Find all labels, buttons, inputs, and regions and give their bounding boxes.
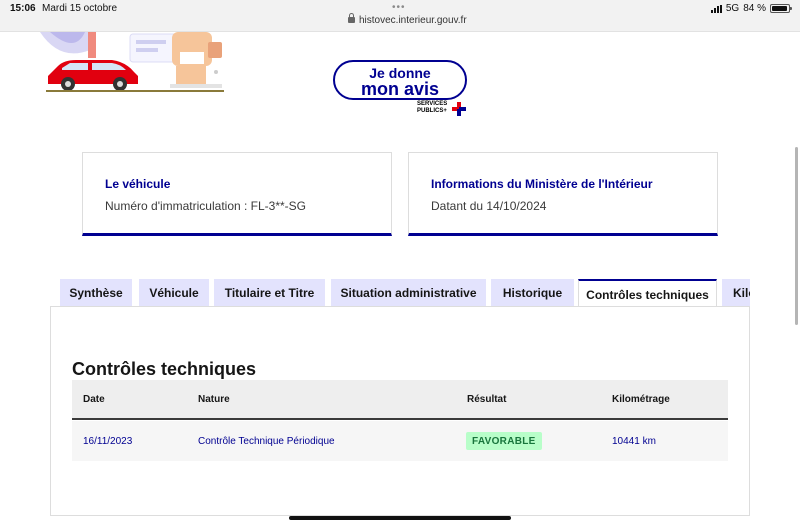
services-publics-logo: SERVICES PUBLICS+ xyxy=(417,101,447,115)
column-nature: Nature xyxy=(198,394,230,405)
column-kilometrage: Kilométrage xyxy=(612,394,670,405)
section-title: Contrôles techniques xyxy=(72,359,257,379)
ios-status-bar: 15:06 Mardi 15 octobre ••• histovec.inte… xyxy=(0,0,800,32)
table-row: 16/11/2023 Contrôle Technique Périodique… xyxy=(72,421,728,461)
avis-line-2: mon avis xyxy=(360,79,440,99)
services-publics-line-2: PUBLICS+ xyxy=(417,108,447,114)
battery-icon xyxy=(770,4,792,13)
tab-kilometrage[interactable]: Kilométrage xyxy=(722,279,750,307)
car-illustration xyxy=(40,32,224,92)
vehicle-card-title: Le véhicule xyxy=(105,177,171,191)
tab-titulaire-et-titre[interactable]: Titulaire et Titre xyxy=(214,279,325,307)
data-date: Datant du 14/10/2024 xyxy=(431,199,547,213)
ministry-card-title: Informations du Ministère de l'Intérieur xyxy=(431,177,653,191)
page-scrollbar[interactable] xyxy=(795,147,798,325)
table-header: Date Nature Résultat Kilométrage xyxy=(72,380,728,420)
row-kilometrage: 10441 km xyxy=(612,436,656,447)
tab-controles-techniques[interactable]: Contrôles techniques xyxy=(578,279,717,307)
services-publics-plus-icon xyxy=(452,102,466,116)
home-indicator[interactable] xyxy=(289,516,511,520)
address-url: histovec.interieur.gouv.fr xyxy=(359,15,467,26)
lock-icon xyxy=(348,13,355,23)
signal-icon xyxy=(710,4,722,13)
registration-number: Numéro d'immatriculation : FL-3**-SG xyxy=(105,199,307,213)
status-date: Mardi 15 octobre xyxy=(42,3,118,14)
result-badge: FAVORABLE xyxy=(466,432,542,450)
column-resultat: Résultat xyxy=(467,394,507,405)
tab-situation-administrative[interactable]: Situation administrative xyxy=(331,279,486,307)
tab-vehicule[interactable]: Véhicule xyxy=(139,279,209,307)
status-indicators: 5G 84 % xyxy=(710,3,792,14)
address-bar[interactable]: histovec.interieur.gouv.fr xyxy=(348,13,467,26)
vehicle-card: Le véhicule Numéro d'immatriculation : F… xyxy=(82,152,392,236)
battery-label: 84 % xyxy=(743,3,766,14)
tab-historique[interactable]: Historique xyxy=(491,279,574,307)
ministry-card: Informations du Ministère de l'Intérieur… xyxy=(408,152,718,236)
more-dots-icon[interactable]: ••• xyxy=(392,2,406,13)
je-donne-mon-avis-button[interactable]: Je donne mon avis xyxy=(333,60,467,100)
row-nature: Contrôle Technique Périodique xyxy=(198,436,335,447)
status-time: 15:06 xyxy=(10,3,36,14)
row-date: 16/11/2023 xyxy=(83,436,133,447)
services-publics-line-1: SERVICES xyxy=(417,101,448,107)
avis-line-1: Je donne xyxy=(369,65,431,81)
column-date: Date xyxy=(83,394,105,405)
tab-bar: Synthèse Véhicule Titulaire et Titre Sit… xyxy=(60,279,750,307)
tab-synthese[interactable]: Synthèse xyxy=(60,279,132,307)
network-label: 5G xyxy=(725,3,740,14)
